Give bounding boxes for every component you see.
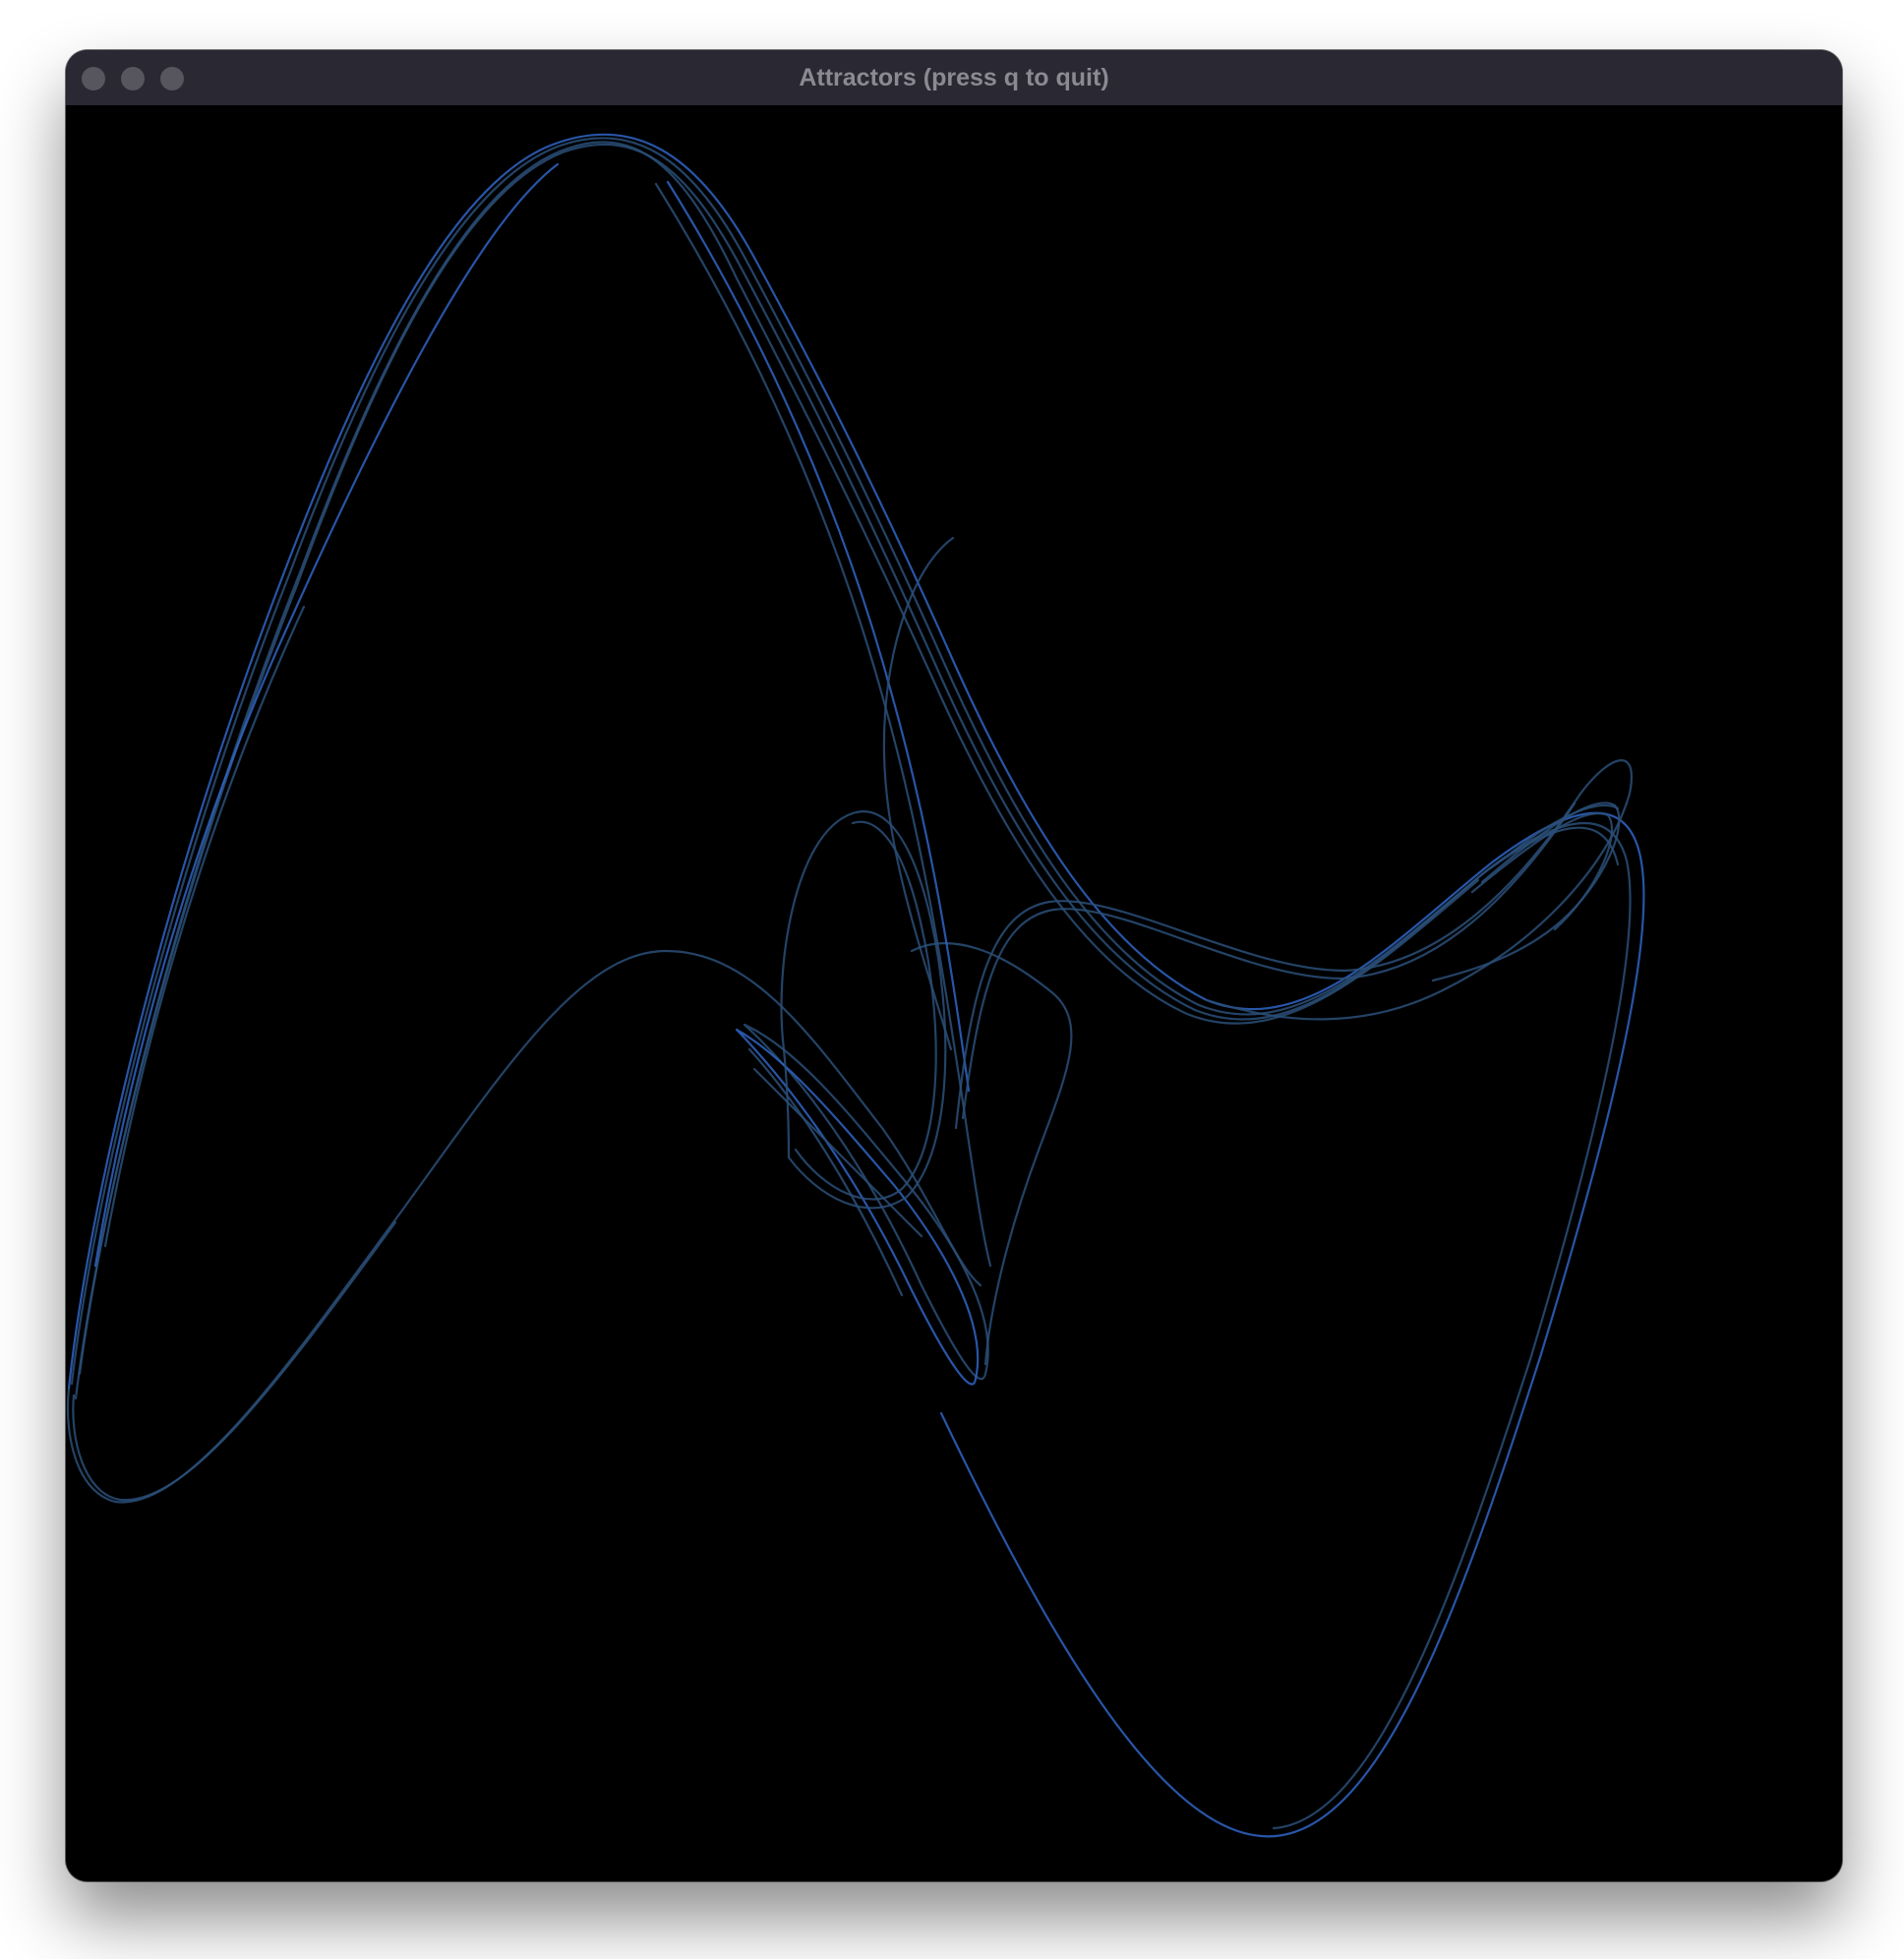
- attractor-curve: [66, 949, 982, 1504]
- attractor-curve: [72, 1220, 397, 1502]
- attractor-curve: [103, 605, 306, 1248]
- attractor-curve: [70, 137, 1632, 1830]
- attractor-curve: [910, 942, 1073, 1366]
- attractor-curve: [67, 133, 1645, 1838]
- window-title: Attractors (press q to quit): [799, 64, 1109, 91]
- app-window: Attractors (press q to quit): [66, 50, 1842, 1881]
- attractor-curve: [74, 143, 1620, 1400]
- attractor-curve: [93, 162, 560, 1268]
- attractor-curve: [752, 1067, 923, 1238]
- attractor-curve: [794, 820, 937, 1201]
- attractor-canvas[interactable]: [66, 105, 1842, 1881]
- attractor-plot: [66, 133, 1645, 1838]
- attractor-curve: [78, 141, 1480, 1376]
- attractor-curve: [743, 1023, 989, 1381]
- title-bar[interactable]: Attractors (press q to quit): [66, 50, 1842, 106]
